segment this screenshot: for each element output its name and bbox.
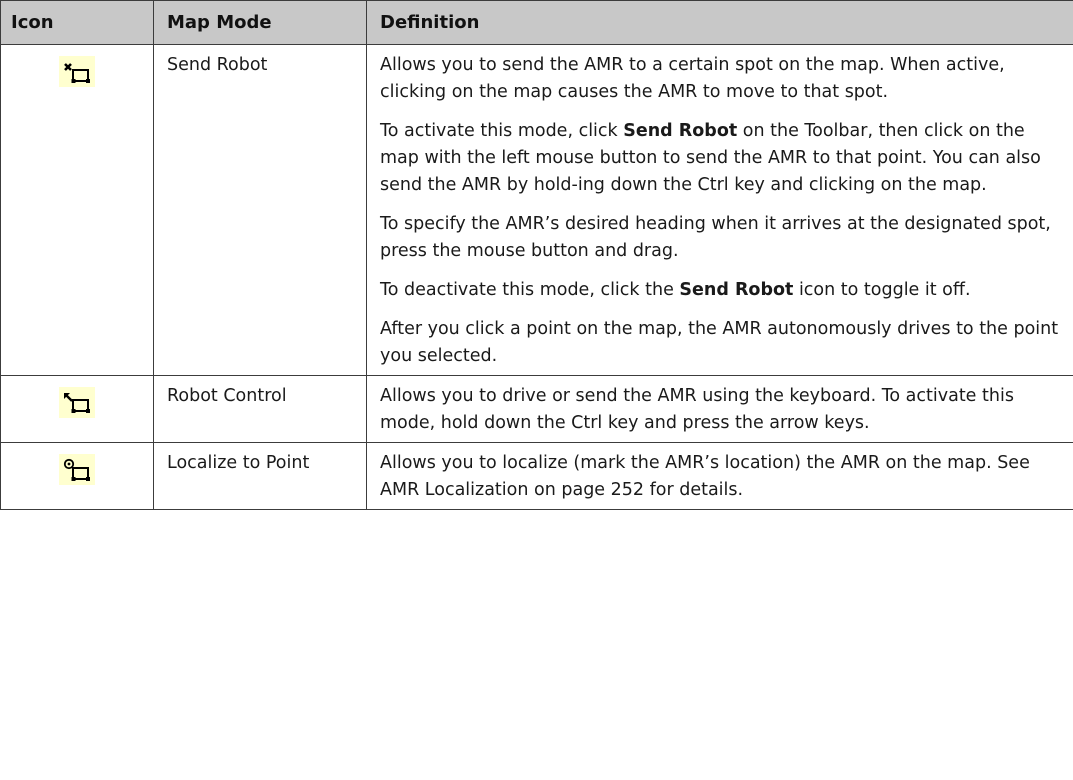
definition-paragraph: To deactivate this mode, click the Send … <box>380 280 971 300</box>
definition-paragraph: To specify the AMR’s desired heading whe… <box>380 214 1051 261</box>
icon-cell <box>0 44 154 376</box>
icon-cell <box>0 442 154 510</box>
definition-paragraph: After you click a point on the map, the … <box>380 319 1059 366</box>
table-row: Robot Control Allows you to drive or sen… <box>0 375 1073 443</box>
map-mode-cell: Robot Control <box>153 375 367 443</box>
map-mode-cell: Localize to Point <box>153 442 367 510</box>
icon-cell <box>0 375 154 443</box>
header-icon: Icon <box>0 0 154 45</box>
map-mode-cell: Send Robot <box>153 44 367 376</box>
robot-control-icon <box>59 387 95 418</box>
bold-term: Send Robot <box>679 280 794 300</box>
definition-paragraph: Allows you to localize (mark the AMR’s l… <box>380 453 1030 500</box>
definition-paragraph: Allows you to drive or send the AMR usin… <box>380 386 1014 433</box>
definition-cell: Allows you to localize (mark the AMR’s l… <box>366 442 1073 510</box>
header-definition: Definition <box>366 0 1073 45</box>
definition-cell: Allows you to send the AMR to a certain … <box>366 44 1073 376</box>
send-robot-icon <box>59 56 95 87</box>
table-row: Localize to Point Allows you to localize… <box>0 442 1073 510</box>
bold-term: Send Robot <box>623 121 738 141</box>
localize-to-point-icon <box>59 454 95 485</box>
definition-cell: Allows you to drive or send the AMR usin… <box>366 375 1073 443</box>
table-row: Send Robot Allows you to send the AMR to… <box>0 44 1073 376</box>
definition-paragraph: To activate this mode, click Send Robot … <box>380 121 1041 195</box>
table-header-row: Icon Map Mode Definition <box>0 0 1073 45</box>
definition-paragraph: Allows you to send the AMR to a certain … <box>380 55 1005 102</box>
map-mode-table: Icon Map Mode Definition Send Robot Allo <box>0 0 1073 510</box>
header-map-mode: Map Mode <box>153 0 367 45</box>
